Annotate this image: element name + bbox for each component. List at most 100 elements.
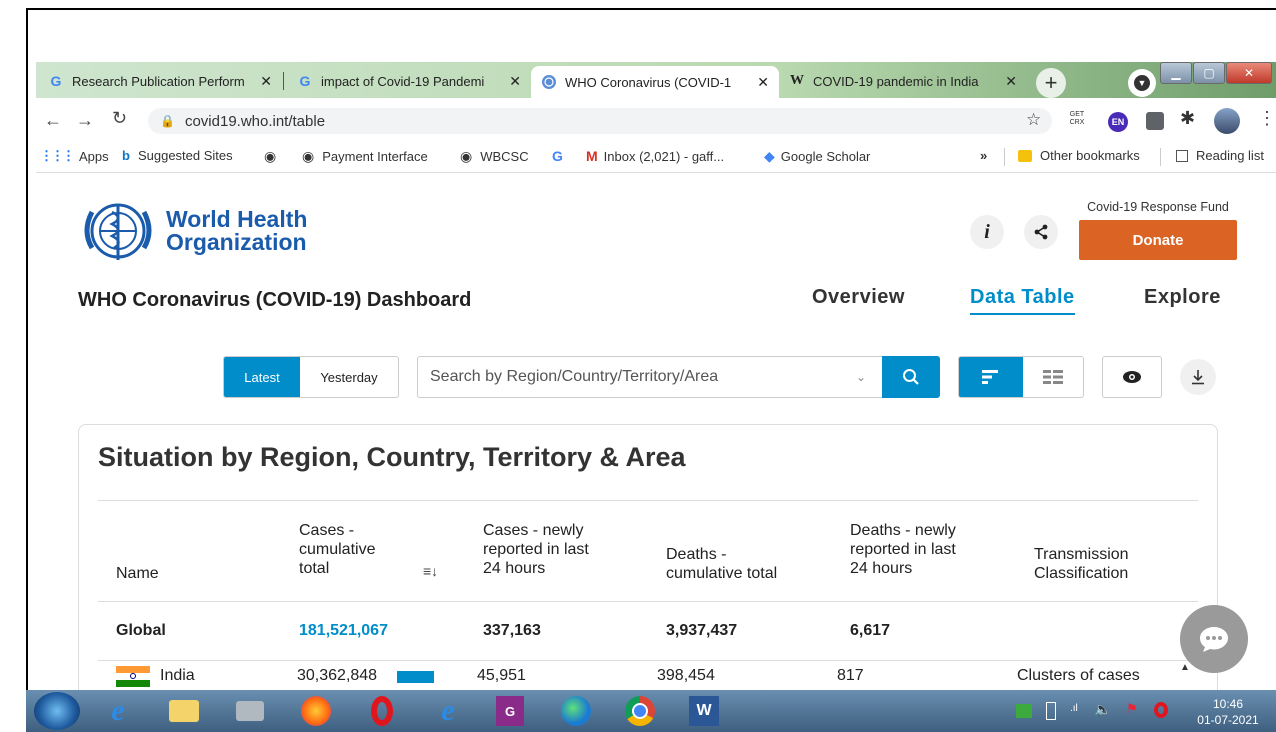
bookmark-wbcsc[interactable]: ◉ WBCSC — [460, 148, 529, 165]
network-app-icon[interactable] — [230, 694, 270, 728]
clock[interactable]: 10:46 01-07-2021 — [1188, 696, 1268, 728]
action-center-icon[interactable]: ⚑ — [1126, 701, 1138, 717]
internet-explorer-icon[interactable]: e — [428, 694, 468, 728]
bookmark-globe[interactable]: ◉ — [264, 148, 276, 165]
col-header-new-cases[interactable]: Cases - newly reported in last 24 hours — [483, 521, 589, 578]
tab-covid-india-wiki[interactable]: W COVID-19 pandemic in India ✕ — [779, 66, 1027, 96]
col-header-cases[interactable]: Cases - cumulative total — [299, 521, 375, 578]
search-input[interactable]: Search by Region/Country/Territory/Area … — [417, 356, 883, 398]
signal-icon[interactable]: .ıl — [1070, 703, 1078, 714]
chat-button[interactable] — [1180, 605, 1248, 673]
bookmark-apps[interactable]: ⋮⋮⋮ Apps — [40, 148, 109, 164]
header-line: cumulative total — [666, 565, 778, 582]
col-header-new-deaths[interactable]: Deaths - newly reported in last 24 hours — [850, 521, 956, 578]
opera-icon[interactable] — [362, 694, 402, 728]
bookmark-inbox[interactable]: M Inbox (2,021) - gaff... — [586, 148, 724, 164]
donate-button[interactable]: Donate — [1079, 220, 1237, 260]
getcrx-extension-icon[interactable]: GET CRX — [1066, 111, 1088, 127]
forward-icon[interactable]: → — [76, 110, 94, 131]
bookmark-payment-interface[interactable]: ◉ Payment Interface — [302, 148, 428, 165]
start-button[interactable] — [34, 692, 80, 730]
yesterday-button[interactable]: Yesterday — [300, 357, 398, 397]
google-icon: G — [50, 73, 62, 89]
download-button[interactable] — [1180, 359, 1216, 395]
row-cases: 181,521,067 — [299, 622, 388, 639]
chevron-down-icon[interactable]: ⌄ — [856, 370, 866, 384]
back-icon[interactable]: ← — [44, 110, 62, 131]
nav-data-table[interactable]: Data Table — [970, 286, 1075, 315]
maximize-button[interactable]: ▢ — [1193, 62, 1225, 84]
tray-icon[interactable] — [1016, 704, 1032, 718]
search-button[interactable] — [882, 356, 940, 398]
menu-dots-icon[interactable]: ⋮ — [1258, 108, 1276, 129]
new-tab-button[interactable]: + — [1036, 68, 1066, 98]
who-logo-text[interactable]: World Health Organization — [166, 208, 307, 254]
bookmark-google-scholar[interactable]: ◆ Google Scholar — [764, 148, 870, 165]
reading-list[interactable]: Reading list — [1176, 148, 1264, 163]
bookmark-label: Inbox (2,021) - gaff... — [603, 148, 725, 164]
bookmark-google[interactable]: G — [552, 148, 563, 164]
globe-icon: ◉ — [302, 148, 315, 164]
header-line: Classification — [1034, 565, 1129, 582]
close-tab-icon[interactable]: ✕ — [1005, 73, 1017, 90]
apps-grid-icon: ⋮⋮⋮ — [40, 148, 75, 163]
minimize-button[interactable]: ▁ — [1160, 62, 1192, 84]
tab-research-publication[interactable]: G Research Publication Perform ✕ — [38, 66, 282, 96]
puzzle-icon[interactable]: ✱ — [1180, 108, 1195, 129]
col-header-deaths[interactable]: Deaths - cumulative total — [666, 545, 777, 583]
table-icon — [1043, 370, 1063, 384]
other-bookmarks[interactable]: Other bookmarks — [1018, 148, 1140, 163]
table-title: Situation by Region, Country, Territory … — [98, 442, 686, 472]
word-icon[interactable]: W — [684, 694, 724, 728]
chrome-icon[interactable] — [620, 694, 660, 728]
bookmark-suggested-sites[interactable]: b Suggested Sites — [122, 148, 233, 163]
firefox-icon[interactable] — [296, 694, 336, 728]
close-tab-icon[interactable]: ✕ — [757, 74, 769, 91]
share-icon[interactable] — [1024, 215, 1058, 249]
visibility-button[interactable] — [1102, 356, 1162, 398]
volume-icon[interactable]: 🔈 — [1094, 701, 1111, 718]
table-row-india[interactable] — [98, 661, 1178, 691]
row-new-deaths: 6,617 — [850, 622, 891, 639]
tab-search-button[interactable]: ▼ — [1128, 69, 1156, 97]
battery-icon[interactable] — [1046, 702, 1056, 720]
bookmark-star-icon[interactable]: ☆ — [1026, 110, 1041, 130]
profile-avatar[interactable] — [1214, 108, 1240, 134]
header-line: Cases - — [299, 522, 355, 539]
who-emblem-logo[interactable] — [78, 198, 158, 264]
close-tab-icon[interactable]: ✕ — [509, 73, 521, 90]
bookmark-label: Suggested Sites — [137, 148, 233, 163]
col-header-name[interactable]: Name — [116, 565, 159, 583]
latest-button[interactable]: Latest — [224, 357, 300, 397]
nav-explore[interactable]: Explore — [1144, 286, 1221, 309]
file-explorer-icon[interactable] — [164, 694, 204, 728]
internet-explorer-icon[interactable]: e — [98, 694, 138, 728]
tab-impact-covid[interactable]: G impact of Covid-19 Pandemi ✕ — [287, 66, 531, 96]
dashboard-title: WHO Coronavirus (COVID-19) Dashboard — [78, 289, 472, 311]
reload-icon[interactable]: ↻ — [112, 108, 127, 129]
en-extension-icon[interactable]: EN — [1108, 112, 1128, 132]
extension-icon[interactable] — [1146, 112, 1164, 130]
sort-descending-icon[interactable]: ≡↓ — [423, 563, 438, 579]
tab-title: impact of Covid-19 Pandemi — [321, 73, 485, 89]
globe-icon: ◉ — [460, 148, 473, 164]
scroll-up-arrow[interactable]: ▲ — [1180, 662, 1190, 673]
table-view-button[interactable] — [1023, 357, 1083, 397]
bookmark-label: Google Scholar — [780, 149, 871, 164]
col-header-transmission[interactable]: Transmission Classification — [1034, 545, 1129, 583]
close-window-button[interactable]: ✕ — [1226, 62, 1272, 84]
table-row-global[interactable] — [98, 602, 1198, 660]
bar-view-button[interactable] — [959, 357, 1023, 397]
pdf-app-icon[interactable]: G — [490, 694, 530, 728]
edge-icon[interactable] — [556, 694, 596, 728]
header-line: cumulative — [299, 541, 376, 558]
tab-who-coronavirus[interactable]: WHO Coronavirus (COVID-1 ✕ — [531, 66, 779, 98]
omnibox[interactable]: 🔒 covid19.who.int/table — [148, 108, 1052, 134]
nav-overview[interactable]: Overview — [812, 286, 905, 309]
opera-tray-icon[interactable] — [1154, 702, 1168, 718]
close-tab-icon[interactable]: ✕ — [260, 73, 272, 90]
more-bookmarks-icon[interactable]: » — [980, 148, 987, 163]
info-icon[interactable]: i — [970, 215, 1004, 249]
bookmark-label: Payment Interface — [322, 149, 428, 164]
clock-time: 10:46 — [1212, 697, 1244, 711]
